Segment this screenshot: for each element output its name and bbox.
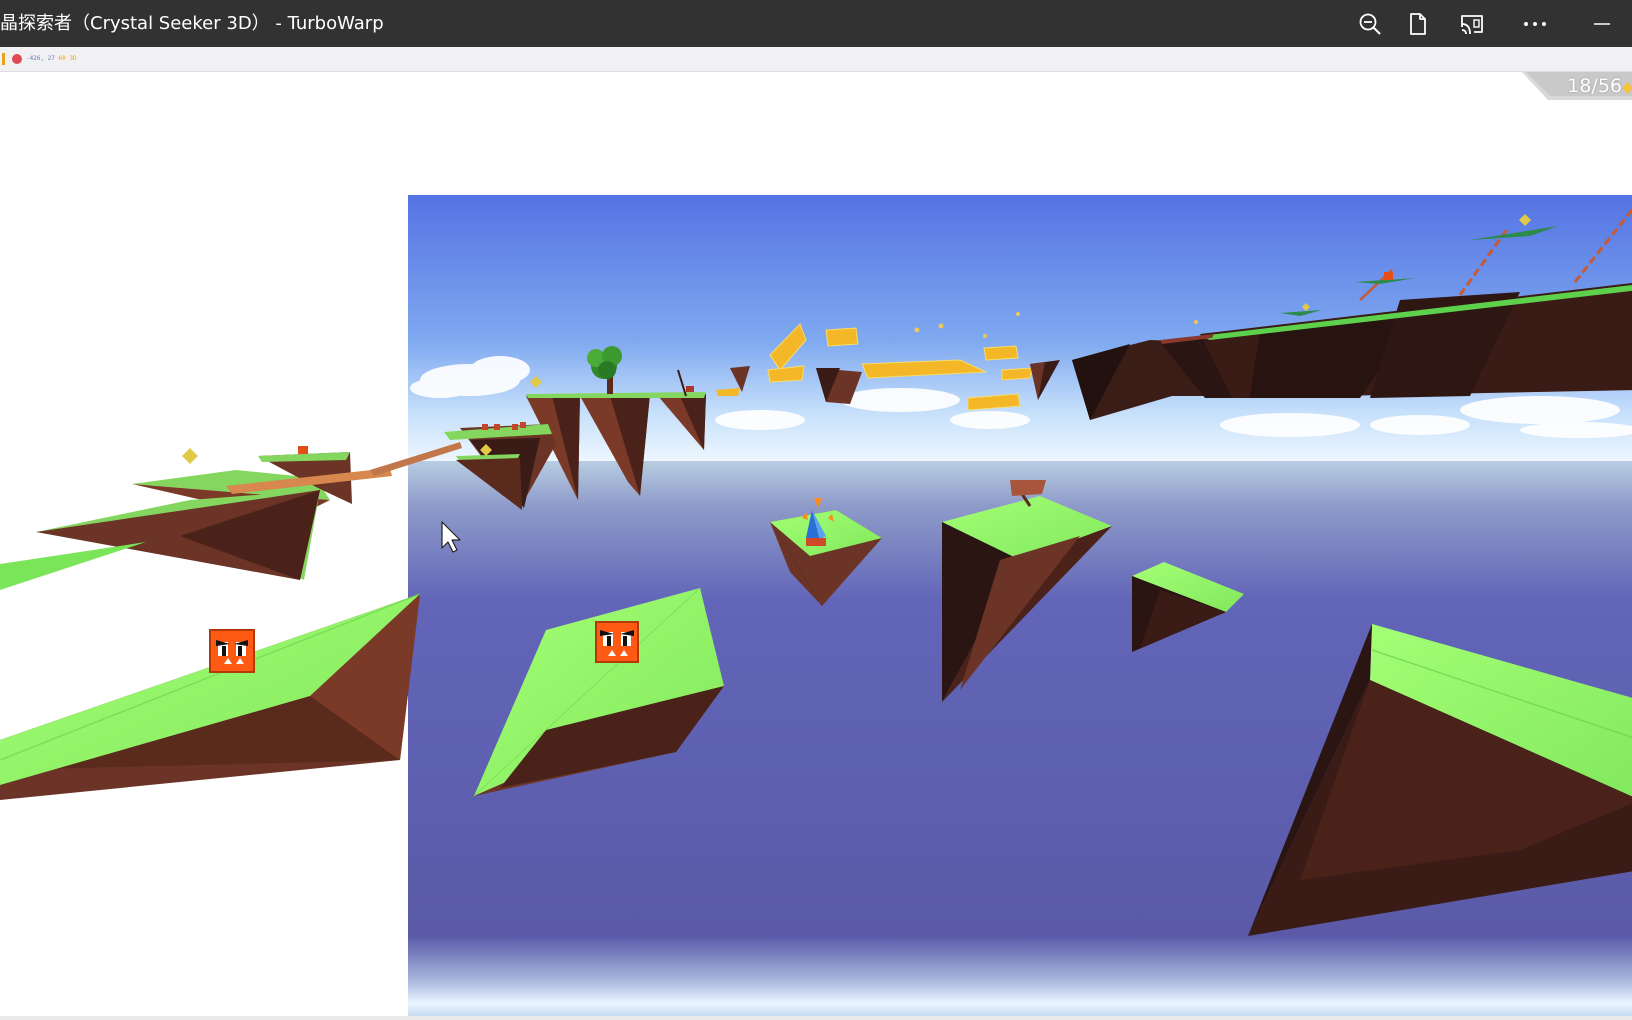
turbowarp-window: 晶探索者（Crystal Seeker 3D） - TurboWarp -426…: [0, 0, 1632, 1020]
enemy-cube[interactable]: [209, 629, 255, 673]
crystal-counter: 18/56: [1522, 72, 1632, 100]
zoom-out-button[interactable]: [1353, 8, 1387, 40]
crystal-count: 18/56: [1567, 75, 1622, 97]
more-icon: [1523, 20, 1547, 28]
position-readout: -426, 27 60 3D: [26, 53, 77, 65]
addon-toolbar-strip: -426, 27 60 3D: [0, 47, 1632, 72]
cast-button[interactable]: [1455, 8, 1489, 40]
enemy-cube[interactable]: [595, 621, 639, 663]
minimize-button[interactable]: [1585, 8, 1619, 40]
readout-coordinates: -426, 27: [26, 55, 55, 62]
more-button[interactable]: [1518, 8, 1552, 40]
zoom-out-icon: [1358, 12, 1382, 36]
window-title: 晶探索者（Crystal Seeker 3D） - TurboWarp: [0, 13, 384, 34]
game-stage[interactable]: [0, 72, 1632, 1020]
left-islands: [0, 442, 462, 800]
readout-mode: 3D: [69, 55, 77, 62]
minimize-icon: [1593, 22, 1611, 26]
page-button[interactable]: [1401, 8, 1435, 40]
strip-marker: [2, 53, 5, 65]
page-icon: [1407, 12, 1429, 36]
record-dot-icon[interactable]: [12, 54, 22, 64]
readout-fps: 60: [58, 55, 70, 62]
cast-icon: [1459, 12, 1485, 36]
bottom-edge: [0, 1016, 1632, 1020]
title-bar: 晶探索者（Crystal Seeker 3D） - TurboWarp: [0, 0, 1632, 47]
